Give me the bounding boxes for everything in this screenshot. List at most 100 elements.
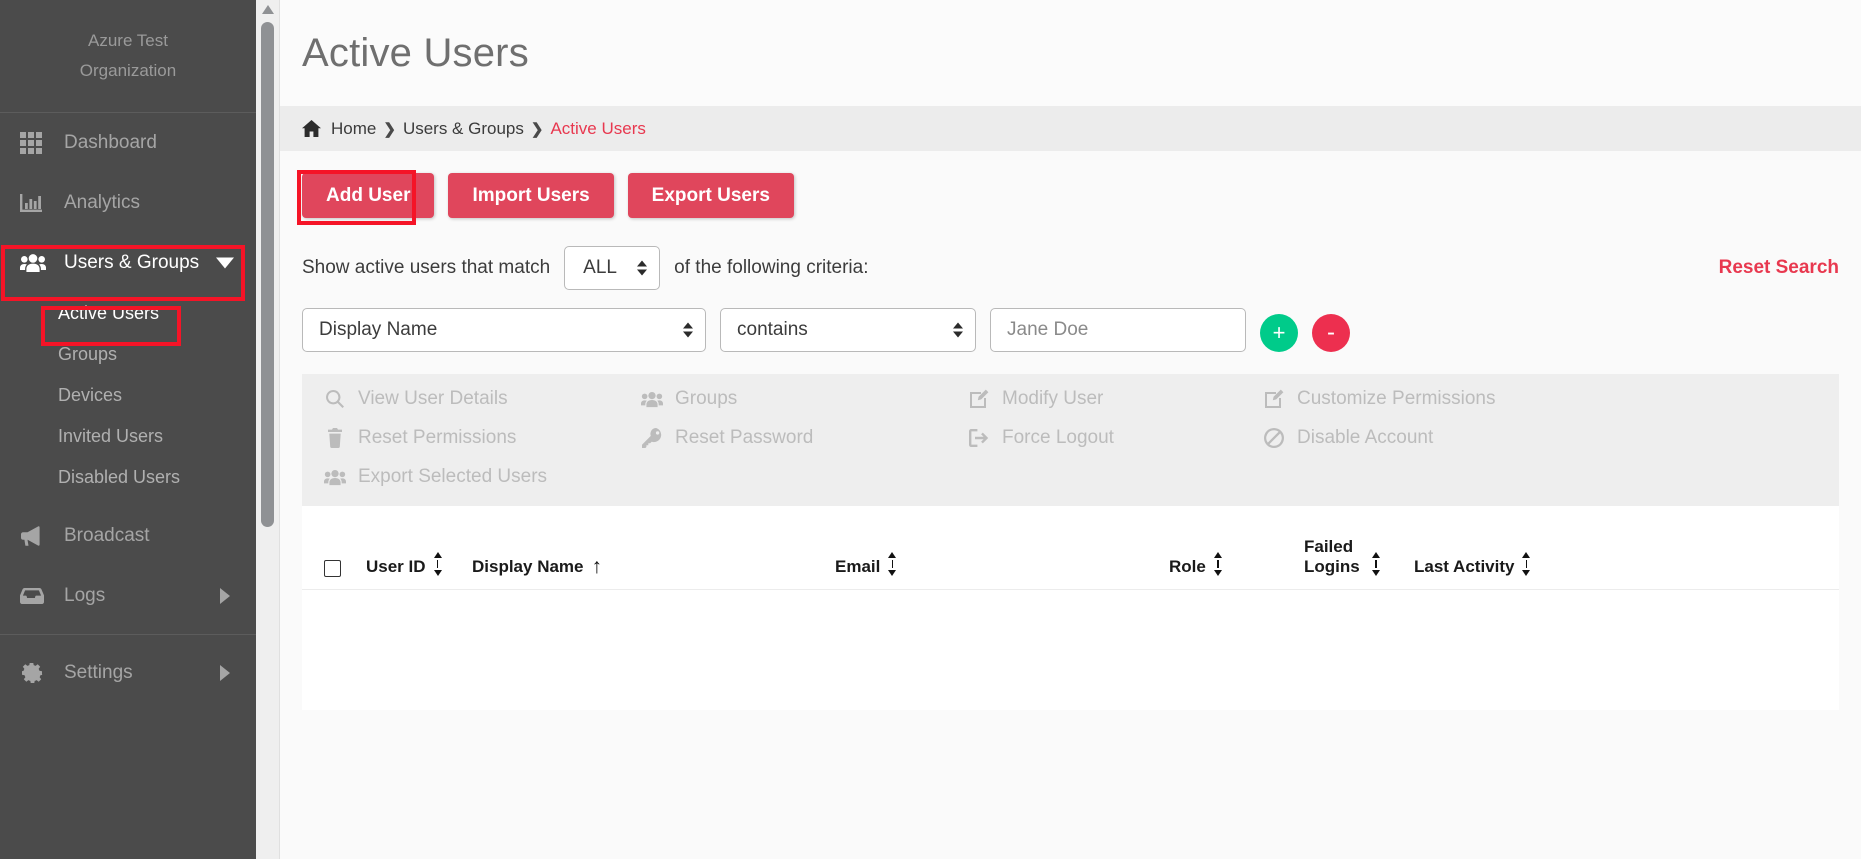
megaphone-icon	[20, 524, 54, 548]
column-header-last-activity[interactable]: Last Activity	[1414, 552, 1594, 577]
sidebar-item-label: Users & Groups	[64, 252, 200, 273]
export-users-button[interactable]: Export Users	[627, 173, 794, 218]
sidebar-subitem-devices[interactable]: Devices	[0, 375, 256, 416]
sort-both-icon[interactable]	[433, 552, 442, 576]
sort-both-icon[interactable]	[1372, 552, 1380, 576]
action-force-logout[interactable]: Force Logout	[968, 427, 1263, 449]
match-type-value: ALL	[583, 257, 617, 278]
breadcrumb-home[interactable]: Home	[331, 119, 376, 139]
action-label: Reset Permissions	[358, 427, 517, 448]
filter-suffix-text: of the following criteria:	[674, 257, 869, 278]
trash-icon	[324, 427, 346, 449]
sidebar-subitem-label: Devices	[58, 385, 123, 405]
action-view-user-details[interactable]: View User Details	[324, 388, 641, 410]
remove-criteria-button[interactable]: -	[1312, 313, 1350, 352]
bulk-actions-panel: View User Details Groups Modify User Cus…	[302, 374, 1839, 506]
sidebar-subitem-groups[interactable]: Groups	[0, 334, 256, 375]
match-type-select[interactable]: ALL	[564, 246, 661, 290]
sidebar-item-label: Analytics	[64, 192, 141, 213]
sidebar-subitem-label: Disabled Users	[58, 467, 181, 487]
criteria-field-select[interactable]: Display Name	[302, 308, 706, 352]
sidebar-subitem-invited-users[interactable]: Invited Users	[0, 416, 256, 457]
filter-match-row: Show active users that match ALL of the …	[302, 246, 1839, 290]
sidebar-subitem-disabled-users[interactable]: Disabled Users	[0, 457, 256, 498]
app-root: Azure Test Organization Dashboard Analyt…	[0, 0, 1861, 859]
action-label: Reset Password	[675, 427, 814, 448]
page-scrollbar[interactable]	[256, 0, 280, 859]
filter-prefix-text: Show active users that match	[302, 257, 551, 278]
filter-criteria-row: Display Name contains + -	[302, 308, 1839, 352]
bulk-actions-grid: View User Details Groups Modify User Cus…	[324, 388, 1817, 488]
table-body	[302, 590, 1839, 710]
criteria-value-input[interactable]	[990, 308, 1246, 352]
sidebar-item-users-and-groups[interactable]: Users & Groups	[0, 233, 256, 293]
breadcrumb-users-and-groups[interactable]: Users & Groups	[403, 119, 524, 139]
sidebar-subitem-label: Active Users	[58, 303, 160, 323]
action-disable-account[interactable]: Disable Account	[1263, 427, 1817, 449]
sort-asc-icon[interactable]: ↑	[592, 556, 603, 577]
chevron-down-icon[interactable]	[216, 257, 234, 269]
sidebar-subitem-label: Invited Users	[58, 426, 164, 446]
action-label: Modify User	[1002, 388, 1104, 409]
sidebar-item-broadcast[interactable]: Broadcast	[0, 506, 256, 566]
sidebar-item-dashboard[interactable]: Dashboard	[0, 113, 256, 173]
edit-icon	[1263, 388, 1285, 410]
logout-icon	[968, 427, 990, 449]
search-icon	[324, 388, 346, 410]
ban-icon	[1263, 427, 1285, 449]
chevron-updown-icon	[683, 322, 693, 338]
criteria-field-value: Display Name	[319, 319, 438, 340]
action-customize-permissions[interactable]: Customize Permissions	[1263, 388, 1817, 410]
sort-both-icon[interactable]	[1522, 552, 1531, 576]
main-content: Active Users Home ❯ Users & Groups ❯ Act…	[280, 0, 1861, 859]
scrollbar-thumb[interactable]	[261, 22, 274, 527]
select-all-checkbox[interactable]	[324, 560, 341, 577]
action-label: Customize Permissions	[1297, 388, 1496, 409]
breadcrumb-separator: ❯	[530, 120, 544, 138]
sort-both-icon[interactable]	[1213, 552, 1222, 576]
chevron-right-icon[interactable]	[220, 588, 230, 604]
primary-action-buttons: Add User Import Users Export Users	[302, 173, 1839, 218]
column-label: Email	[835, 557, 881, 576]
sort-both-icon[interactable]	[888, 552, 897, 576]
column-header-email[interactable]: Email	[835, 552, 1169, 577]
chevron-right-icon[interactable]	[220, 665, 230, 681]
import-users-button[interactable]: Import Users	[448, 173, 614, 218]
column-label: Last Activity	[1414, 557, 1515, 576]
grid-icon	[20, 131, 54, 155]
action-label: Export Selected Users	[358, 466, 548, 487]
sidebar-item-settings[interactable]: Settings	[0, 643, 256, 703]
action-reset-password[interactable]: Reset Password	[641, 427, 968, 449]
column-label: Role	[1169, 557, 1206, 576]
breadcrumb-current: Active Users	[550, 118, 646, 138]
column-label: Display Name	[472, 557, 584, 576]
action-groups[interactable]: Groups	[641, 388, 968, 410]
sidebar-subitem-active-users[interactable]: Active Users	[0, 293, 256, 334]
users-icon	[324, 466, 346, 488]
column-header-display-name[interactable]: Display Name ↑	[472, 556, 835, 577]
page-title: Active Users	[302, 30, 529, 75]
breadcrumb: Home ❯ Users & Groups ❯ Active Users	[280, 106, 1861, 151]
sidebar-item-label: Dashboard	[64, 132, 157, 153]
page-header: Active Users	[280, 0, 1861, 106]
sidebar-item-label: Logs	[64, 585, 106, 606]
action-modify-user[interactable]: Modify User	[968, 388, 1263, 410]
gear-icon	[20, 661, 54, 685]
add-user-button[interactable]: Add User	[302, 173, 435, 218]
scroll-up-arrow-icon[interactable]	[262, 5, 274, 14]
column-header-failed-logins[interactable]: Failed Logins	[1304, 537, 1414, 577]
sidebar-item-logs[interactable]: Logs	[0, 566, 256, 626]
criteria-operator-select[interactable]: contains	[720, 308, 976, 352]
key-icon	[641, 427, 663, 449]
chevron-updown-icon	[953, 322, 963, 338]
column-header-role[interactable]: Role	[1169, 552, 1304, 577]
sidebar-item-analytics[interactable]: Analytics	[0, 173, 256, 233]
sidebar: Azure Test Organization Dashboard Analyt…	[0, 0, 256, 859]
reset-search-link[interactable]: Reset Search	[1719, 257, 1839, 279]
column-header-user-id[interactable]: User ID	[366, 552, 472, 577]
action-reset-permissions[interactable]: Reset Permissions	[324, 427, 641, 449]
organization-name-line2: Organization	[79, 61, 177, 80]
add-criteria-button[interactable]: +	[1260, 313, 1298, 352]
users-icon	[641, 388, 663, 410]
action-export-selected-users[interactable]: Export Selected Users	[324, 466, 641, 488]
